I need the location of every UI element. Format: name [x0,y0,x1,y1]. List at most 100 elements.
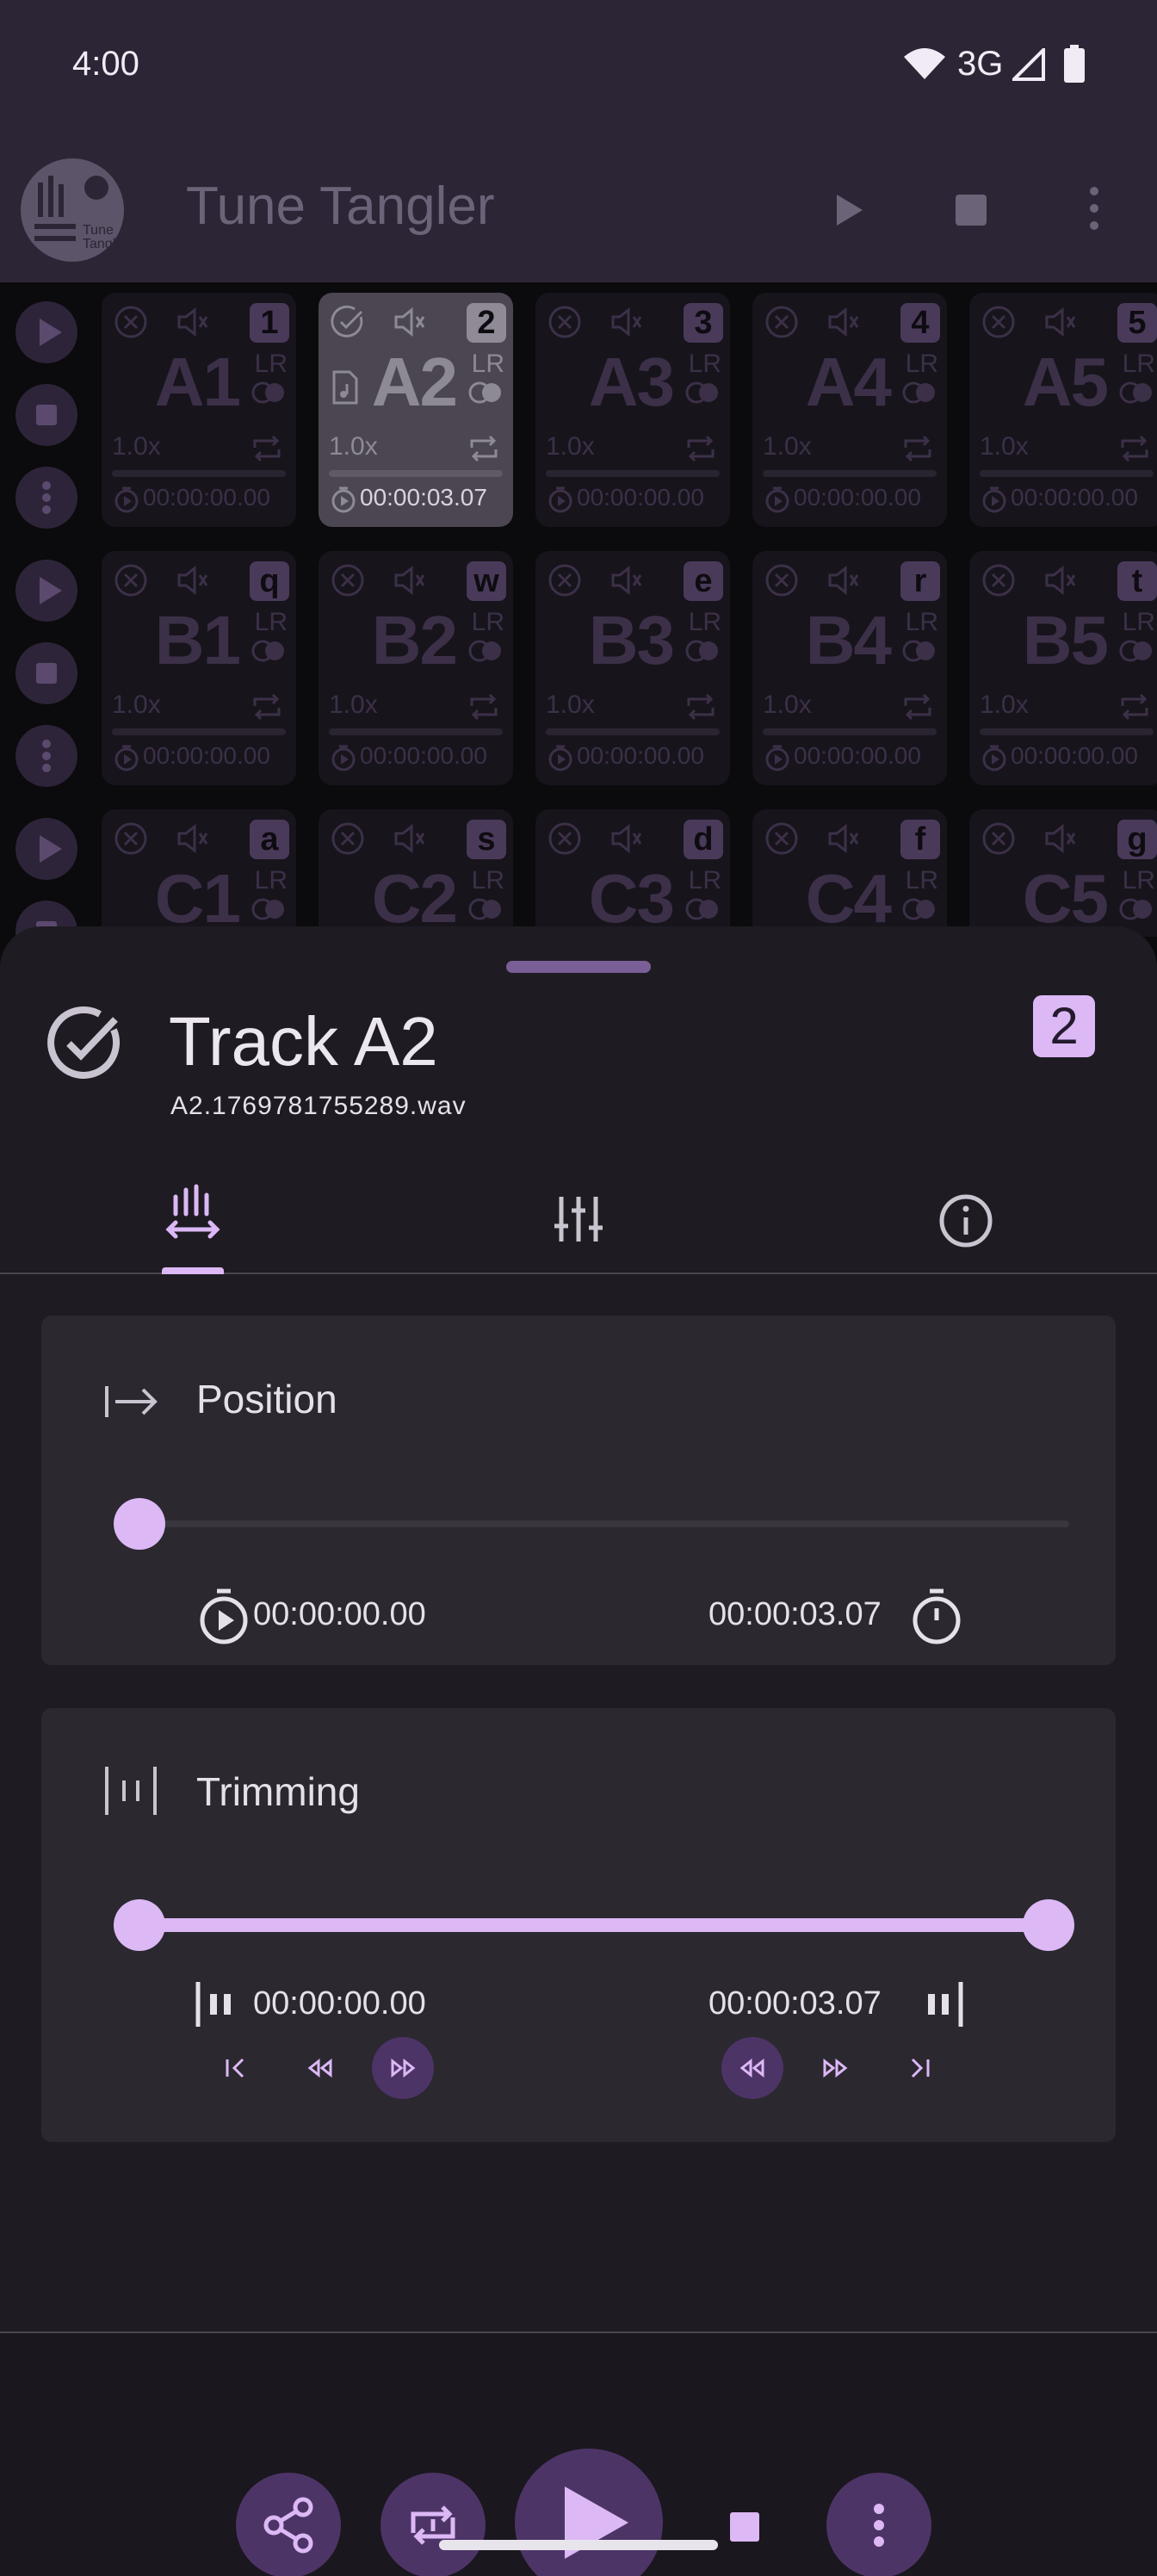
pad-b4[interactable]: r B4 LR 1.0x 00:00:00.00 [752,551,947,785]
remove-circle-icon[interactable] [981,821,1016,856]
trim-end-to-end-button[interactable] [888,2037,950,2099]
fast-forward-icon [823,2058,848,2078]
remove-circle-icon[interactable] [331,821,365,856]
more-vert-icon[interactable] [1081,183,1107,234]
timer-icon [982,486,1006,513]
remove-circle-icon[interactable] [764,821,799,856]
volume-mute-icon[interactable] [1043,823,1078,854]
remove-circle-icon[interactable] [548,821,582,856]
row-play-button[interactable] [15,818,77,880]
drag-handle[interactable] [506,961,651,973]
remove-circle-icon[interactable] [114,821,148,856]
trim-start-time: 00:00:00.00 [253,1985,426,2022]
play-icon[interactable] [830,189,868,231]
pad-a4[interactable]: 4 A4 LR 1.0x 00:00:00.00 [752,293,947,527]
volume-mute-icon[interactable] [609,823,644,854]
repeat-one-icon [411,2505,455,2545]
volume-mute-icon[interactable] [176,823,210,854]
pad-c2[interactable]: s C2 LR [319,809,513,937]
pad-progress [329,728,503,735]
volume-mute-icon[interactable] [1043,307,1078,337]
loop-icon[interactable] [900,434,935,463]
pad-a5[interactable]: 5 A5 LR 1.0x 00:00:00.00 [969,293,1157,527]
pad-progress [546,728,720,735]
home-indicator[interactable] [439,2540,718,2550]
check-circle-icon[interactable] [46,1004,124,1081]
remove-circle-icon[interactable] [981,563,1016,598]
loop-icon[interactable] [250,434,284,463]
stop-icon[interactable] [728,2511,761,2543]
repeat-one-button[interactable] [381,2473,486,2576]
pad-a1[interactable]: 1 A1 LR 1.0x 00:00:00.00 [102,293,296,527]
trim-start-thumb[interactable] [114,1899,165,1951]
position-track[interactable] [122,1520,1069,1527]
trim-start-forward-button[interactable] [372,2037,434,2099]
volume-mute-icon[interactable] [393,307,427,337]
stop-icon[interactable] [954,193,988,227]
trim-end-thumb[interactable] [1023,1899,1074,1951]
loop-icon[interactable] [900,692,935,721]
row-play-button[interactable] [15,560,77,622]
pad-c3[interactable]: d C3 LR [535,809,730,937]
pad-b3[interactable]: e B3 LR 1.0x 00:00:00.00 [535,551,730,785]
loop-icon[interactable] [467,434,501,463]
pad-b5[interactable]: t B5 LR 1.0x 00:00:00.00 [969,551,1157,785]
pad-key-badge: 3 [684,303,723,343]
remove-circle-icon[interactable] [114,563,148,598]
volume-mute-icon[interactable] [393,565,427,596]
trim-start-back-button[interactable] [289,2037,351,2099]
pad-a2[interactable]: 2 A2 LR 1.0x 00:00:03.07 [319,293,513,527]
remove-circle-icon[interactable] [764,305,799,339]
timer-icon [548,745,572,771]
position-start-time: 00:00:00.00 [253,1596,426,1632]
tab-waveform[interactable] [0,1176,386,1274]
remove-circle-icon[interactable] [114,305,148,339]
volume-mute-icon[interactable] [826,823,861,854]
trim-end-forward-button[interactable] [804,2037,866,2099]
loop-icon[interactable] [1117,692,1152,721]
volume-mute-icon[interactable] [176,565,210,596]
trim-start-to-beginning-button[interactable] [205,2037,267,2099]
loop-icon[interactable] [684,434,718,463]
volume-mute-icon[interactable] [393,823,427,854]
loop-icon[interactable] [250,692,284,721]
tab-info[interactable] [771,1176,1157,1274]
volume-mute-icon[interactable] [1043,565,1078,596]
pad-c1[interactable]: a C1 LR [102,809,296,937]
volume-mute-icon[interactable] [609,565,644,596]
share-button[interactable] [236,2473,341,2576]
stop-icon [36,405,57,425]
pad-a3[interactable]: 3 A3 LR 1.0x 00:00:00.00 [535,293,730,527]
trim-range-bar[interactable] [136,1918,1045,1932]
pad-speed: 1.0x [980,690,1029,719]
remove-circle-icon[interactable] [764,563,799,598]
volume-mute-icon[interactable] [609,307,644,337]
check-circle-icon[interactable] [331,305,365,339]
tab-mixer[interactable] [386,1176,771,1274]
row-play-button[interactable] [15,301,77,363]
loop-icon[interactable] [1117,434,1152,463]
pad-c4[interactable]: f C4 LR [752,809,947,937]
pad-b2[interactable]: w B2 LR 1.0x 00:00:00.00 [319,551,513,785]
remove-circle-icon[interactable] [331,563,365,598]
more-options-button[interactable] [826,2473,931,2576]
volume-mute-icon[interactable] [826,565,861,596]
loop-icon[interactable] [467,692,501,721]
volume-mute-icon[interactable] [176,307,210,337]
remove-circle-icon[interactable] [548,563,582,598]
play-button[interactable] [515,2449,663,2576]
trim-end-back-button[interactable] [721,2037,783,2099]
remove-circle-icon[interactable] [548,305,582,339]
pad-c5[interactable]: g C5 LR [969,809,1157,937]
row-more-button[interactable] [15,467,77,529]
position-slider-thumb[interactable] [114,1498,165,1550]
row-stop-button[interactable] [15,384,77,446]
loop-icon[interactable] [684,692,718,721]
volume-mute-icon[interactable] [826,307,861,337]
pad-progress [112,470,286,477]
remove-circle-icon[interactable] [981,305,1016,339]
row-stop-button[interactable] [15,642,77,704]
pad-b1[interactable]: q B1 LR 1.0x 00:00:00.00 [102,551,296,785]
timer-icon [913,1588,961,1644]
row-more-button[interactable] [15,725,77,787]
